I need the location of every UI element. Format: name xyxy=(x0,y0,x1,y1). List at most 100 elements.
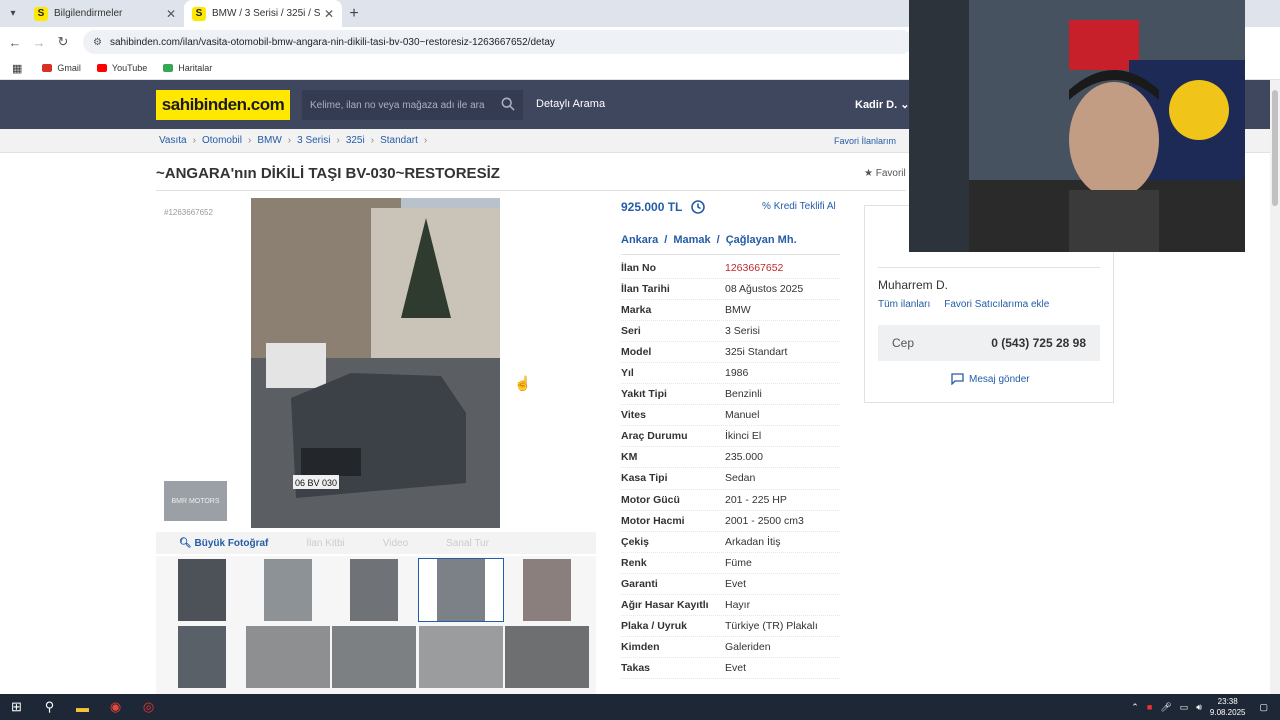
bookmark-youtube[interactable]: YouTube xyxy=(96,63,147,73)
tab-search-icon[interactable]: ▾ xyxy=(0,0,26,27)
spec-row: Kasa Tipi Sedan xyxy=(621,468,840,490)
sahibinden-favicon: S xyxy=(192,6,206,21)
tab-bmw[interactable]: S BMW / 3 Serisi / 325i / Standart ✕ xyxy=(184,0,342,27)
phone-number[interactable]: 0 (543) 725 28 98 xyxy=(991,336,1086,350)
site-info-icon[interactable]: ⚙ xyxy=(93,37,102,48)
breadcrumb-item[interactable]: BMW xyxy=(257,135,281,146)
chevron-up-icon[interactable]: ⌃ xyxy=(1131,702,1139,713)
apps-grid-icon[interactable]: ▦ xyxy=(12,62,22,75)
url-field[interactable]: ⚙ sahibinden.com/ilan/vasita-otomobil-bm… xyxy=(83,30,913,54)
close-icon[interactable]: ✕ xyxy=(324,7,334,21)
microphone-icon[interactable]: 🎤︎ xyxy=(1160,702,1171,713)
breadcrumb-item[interactable]: Vasıta xyxy=(159,135,187,146)
forward-icon[interactable]: → xyxy=(27,35,51,50)
dealer-logo[interactable]: BMR MOTORS xyxy=(164,481,227,521)
percent-icon: % xyxy=(762,201,771,212)
chrome-icon[interactable]: ◉ xyxy=(99,694,132,720)
seller-name: Muharrem D. xyxy=(878,278,949,292)
spec-row: Model 325i Standart xyxy=(621,342,840,364)
bookmark-haritalar[interactable]: Haritalar xyxy=(163,63,212,73)
phone-box: Cep 0 (543) 725 28 98 xyxy=(878,325,1100,361)
thumbnail[interactable] xyxy=(245,558,331,622)
main-photo[interactable]: 06 BV 030 xyxy=(251,198,500,528)
windows-taskbar: ⊞ ⚲ ▬ ◉ ◎ ⌃ ■ 🎤︎ ▭ 🔊︎ 23:38 9.08.2025 ▢ xyxy=(0,694,1280,720)
flag xyxy=(1069,20,1139,70)
spec-row: Plaka / Uyruk Türkiye (TR) Plakalı xyxy=(621,616,840,637)
maps-icon xyxy=(163,64,174,72)
app-tray-icon[interactable]: ■ xyxy=(1147,702,1152,712)
favorite-button[interactable]: ★ Favoril xyxy=(864,168,906,179)
reload-icon[interactable]: ↻ xyxy=(51,34,75,50)
thumbnail[interactable] xyxy=(245,625,331,689)
credit-offer-link[interactable]: % Kredi Teklifi Al xyxy=(762,201,836,212)
user-menu[interactable]: Kadir D. ⌄ xyxy=(855,98,909,111)
thumbnail-selected[interactable] xyxy=(418,558,504,622)
site-logo[interactable]: sahibinden.com xyxy=(156,90,290,120)
notification-icon[interactable]: ▢ xyxy=(1259,702,1268,713)
scrollbar-thumb[interactable] xyxy=(1272,90,1278,206)
price-history-icon[interactable] xyxy=(690,199,706,215)
windows-start-icon[interactable]: ⊞ xyxy=(0,694,33,720)
all-listings-link[interactable]: Tüm ilanları xyxy=(878,299,930,310)
breadcrumb-item[interactable]: Standart xyxy=(380,135,418,146)
location-neighborhood[interactable]: Çağlayan Mh. xyxy=(726,234,797,246)
search-placeholder: Kelime, ilan no veya mağaza adı ile ara xyxy=(310,99,485,111)
page-scrollbar[interactable] xyxy=(1270,80,1280,694)
spec-row: Seri 3 Serisi xyxy=(621,321,840,343)
breadcrumb: Vasıta › Otomobil › BMW › 3 Serisi › 325i › S… xyxy=(159,135,428,146)
close-icon[interactable]: ✕ xyxy=(166,7,176,21)
thumbnail[interactable] xyxy=(504,625,590,689)
favorite-seller-link[interactable]: Favori Satıcılarıma ekle xyxy=(944,299,1049,310)
breadcrumb-item[interactable]: Otomobil xyxy=(202,135,242,146)
price: 925.000 TL xyxy=(621,200,683,214)
bookmark-gmail[interactable]: Gmail xyxy=(42,63,81,73)
spec-row: Kimden Galeriden xyxy=(621,637,840,658)
detailed-search-link[interactable]: Detaylı Arama xyxy=(536,98,605,110)
tab-video[interactable]: Video xyxy=(383,538,408,549)
location: Ankara / Mamak / Çağlayan Mh. xyxy=(621,234,797,246)
thumbnail[interactable] xyxy=(331,625,417,689)
tab-large-photo[interactable]: 🔍︎ Büyük Fotoğraf xyxy=(179,538,268,549)
divider xyxy=(621,254,840,255)
volume-icon[interactable]: 🔊︎ xyxy=(1196,702,1202,713)
favorite-listings-link[interactable]: Favori İlanlarım xyxy=(834,136,896,146)
search-icon[interactable] xyxy=(501,97,515,111)
record-app-icon[interactable]: ◎ xyxy=(132,694,165,720)
tab-virtual-tour[interactable]: Sanal Tur xyxy=(446,538,489,549)
location-district[interactable]: Mamak xyxy=(673,234,710,246)
network-icon[interactable]: ▭ xyxy=(1180,702,1189,713)
spec-row: Çekiş Arkadan İtiş xyxy=(621,532,840,553)
spec-row: Marka BMW xyxy=(621,300,840,322)
divider xyxy=(878,267,1100,268)
tab-listing[interactable]: İlan Kitbi xyxy=(306,538,344,549)
spec-row: İlan No 1263667652 xyxy=(621,258,840,280)
clock[interactable]: 23:38 9.08.2025 xyxy=(1210,696,1246,718)
thumbnail[interactable] xyxy=(504,558,590,622)
spec-row: KM 235.000 xyxy=(621,447,840,469)
thumbnail[interactable] xyxy=(331,558,417,622)
spec-row: Motor Gücü 201 - 225 HP xyxy=(621,490,840,511)
spec-row: Araç Durumu İkinci El xyxy=(621,426,840,448)
listing-title: ~ANGARA'nın DİKİLİ TAŞI BV-030~RESTORESİ… xyxy=(156,165,500,182)
spec-row: Yakıt Tipi Benzinli xyxy=(621,384,840,406)
ad-number-small: #1263667652 xyxy=(164,208,213,217)
thumbnail[interactable] xyxy=(159,625,245,689)
youtube-icon xyxy=(96,64,107,72)
webcam-overlay xyxy=(909,0,1245,252)
breadcrumb-item[interactable]: 325i xyxy=(346,135,365,146)
location-city[interactable]: Ankara xyxy=(621,234,658,246)
search-icon[interactable]: ⚲ xyxy=(33,694,66,720)
new-tab-icon[interactable]: + xyxy=(342,0,366,27)
gallery-tabs: 🔍︎ Büyük Fotoğraf İlan Kitbi Video Sanal… xyxy=(156,532,596,554)
message-icon xyxy=(951,373,964,385)
breadcrumb-item[interactable]: 3 Serisi xyxy=(297,135,330,146)
spec-row: Motor Hacmi 2001 - 2500 cm3 xyxy=(621,511,840,532)
mouse-cursor: ☝ xyxy=(514,375,532,391)
send-message-button[interactable]: Mesaj gönder xyxy=(951,373,1030,385)
thumbnail[interactable] xyxy=(418,625,504,689)
back-icon[interactable]: ← xyxy=(3,35,27,50)
thumbnail[interactable] xyxy=(159,558,245,622)
file-explorer-icon[interactable]: ▬ xyxy=(66,694,99,720)
search-input[interactable]: Kelime, ilan no veya mağaza adı ile ara xyxy=(302,90,523,120)
tab-bilgilendirmeler[interactable]: S Bilgilendirmeler ✕ xyxy=(26,0,184,27)
